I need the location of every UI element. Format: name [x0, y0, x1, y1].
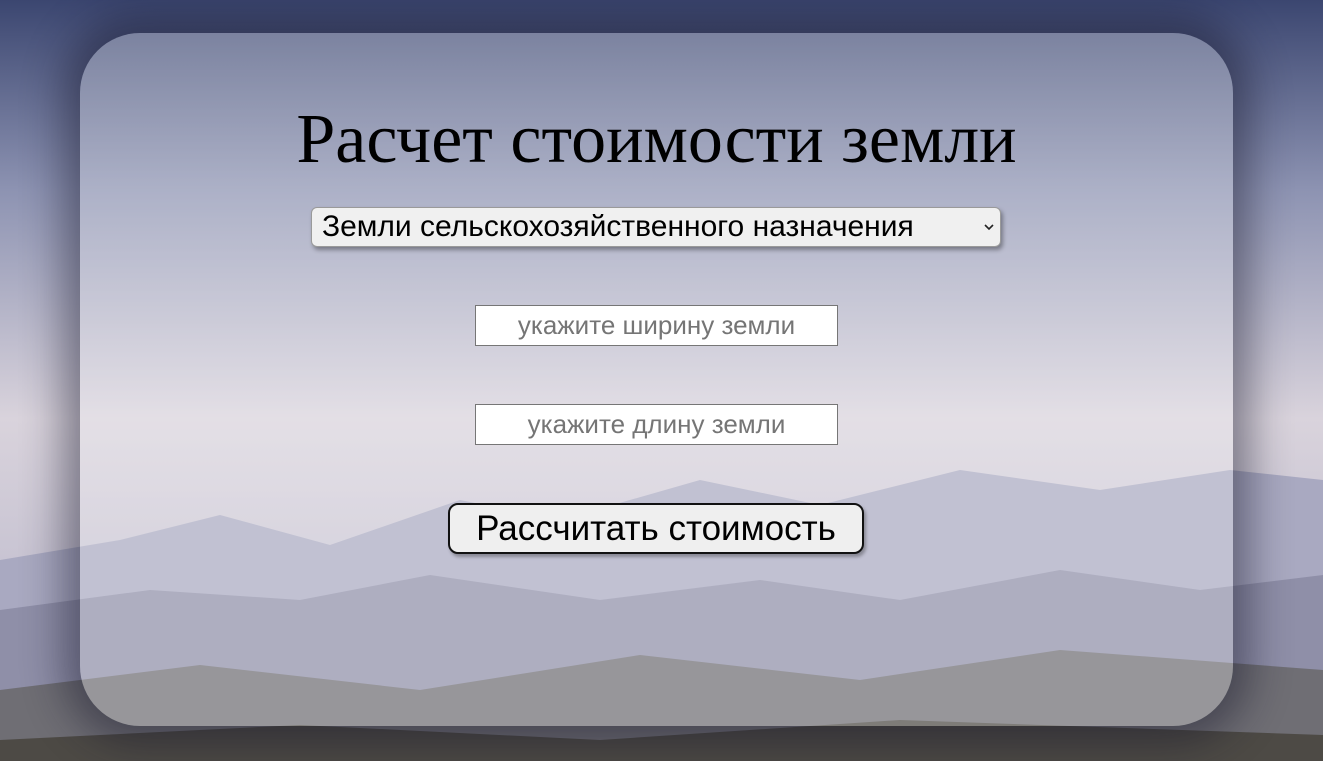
land-length-input[interactable] — [475, 404, 838, 445]
page-title: Расчет стоимости земли — [296, 101, 1017, 178]
land-width-input[interactable] — [475, 305, 838, 346]
calculator-card: Расчет стоимости земли Земли сельскохозя… — [80, 33, 1233, 726]
calculate-cost-button[interactable]: Рассчитать стоимость — [448, 503, 864, 554]
land-category-select[interactable]: Земли сельскохозяйственного назначения — [311, 207, 1001, 247]
land-category-selected-value: Земли сельскохозяйственного назначения — [322, 210, 914, 243]
chevron-down-icon — [978, 207, 1000, 247]
